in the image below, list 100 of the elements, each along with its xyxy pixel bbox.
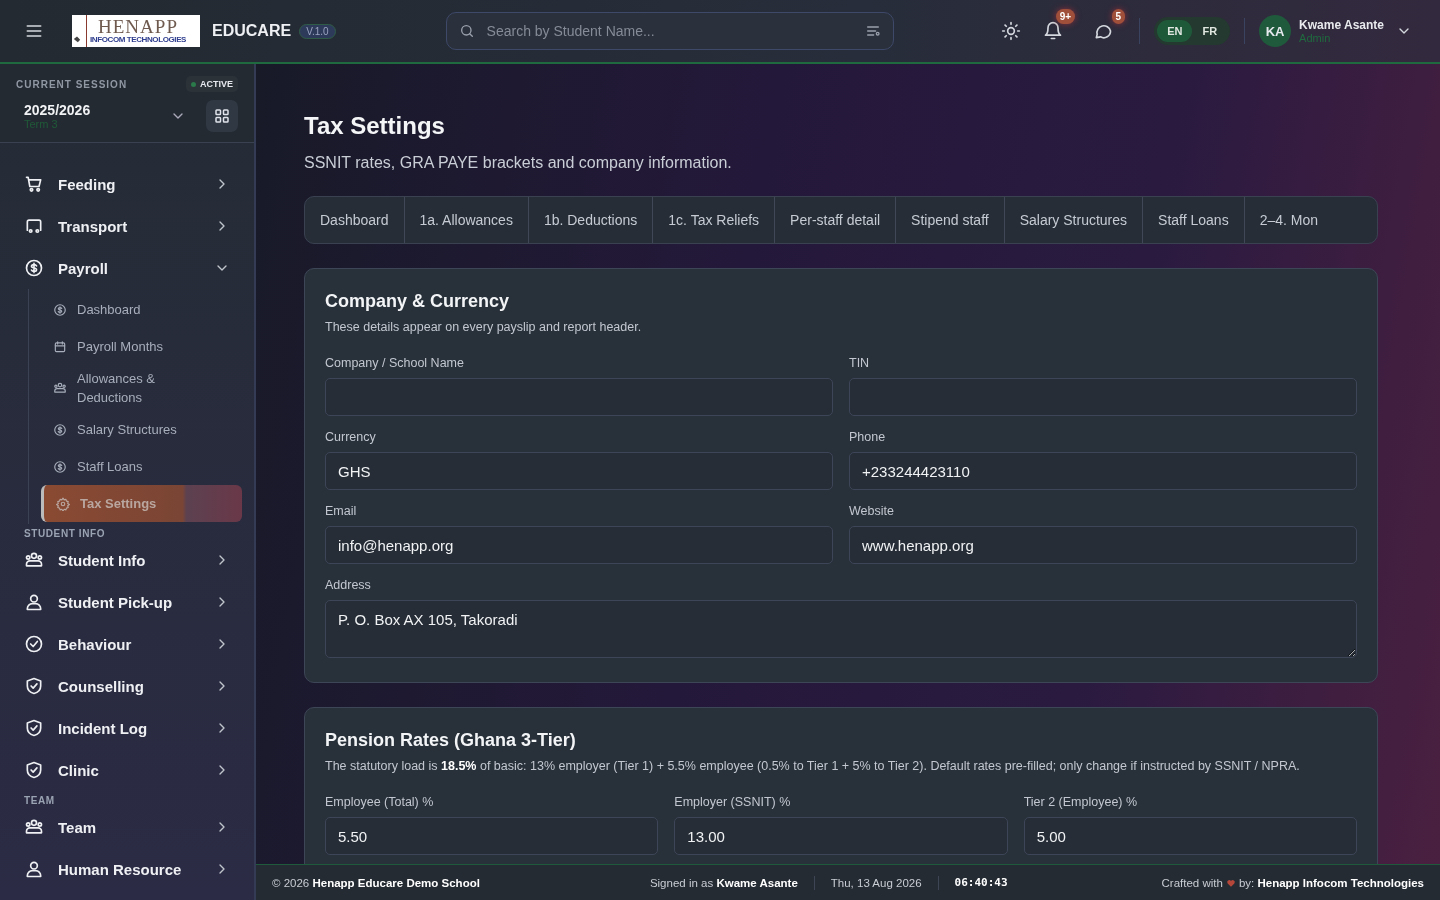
group-icon <box>24 817 44 837</box>
search-icon <box>458 23 475 39</box>
bell-icon <box>1043 21 1064 41</box>
apps-button[interactable] <box>206 100 238 132</box>
field-label: Tier 2 (Employee) % <box>1023 795 1139 809</box>
shield-check-icon <box>24 760 44 780</box>
cart-icon <box>24 174 44 194</box>
sidebar-item[interactable]: Team <box>0 806 254 848</box>
sidebar-item[interactable]: Feeding <box>0 163 254 205</box>
input-field[interactable]: +233244423110 <box>849 452 1357 490</box>
card-title: Company & Currency <box>325 291 511 312</box>
message-count: 5 <box>1111 9 1126 24</box>
signed-in-text: Signed in as Kwame Asante <box>649 876 798 889</box>
copyright-text: © 2026 Henapp Educare Demo School <box>272 876 480 889</box>
gear-icon <box>56 496 70 511</box>
date-text: Thu, 13 Aug 2026 <box>830 876 922 889</box>
input-field[interactable] <box>325 378 833 416</box>
sidebar-item[interactable]: Student Info <box>0 539 254 581</box>
tab[interactable]: Per-staff detail <box>775 197 897 243</box>
notification-count: 9+ <box>1055 9 1076 24</box>
search-input[interactable]: Search by Student Name... <box>484 22 855 40</box>
person-icon <box>24 859 44 879</box>
input-field[interactable] <box>849 378 1357 416</box>
heart-icon <box>1225 877 1236 888</box>
dollar-circle-icon <box>53 302 67 317</box>
user-avatar: KA <box>1259 15 1292 47</box>
logo-subtitle: INFOCOM TECHNOLOGIES <box>90 34 186 45</box>
input-field[interactable]: 5.00 <box>1023 817 1357 855</box>
shield-check-icon <box>24 676 44 696</box>
notifications-button[interactable]: 9+ <box>1039 9 1076 45</box>
group-icon <box>53 381 67 395</box>
tab[interactable]: Staff Loans <box>1143 197 1245 243</box>
search-field[interactable]: Search by Student Name... <box>445 12 894 50</box>
sidebar-item[interactable]: Human Resource <box>0 848 254 890</box>
submenu-item[interactable]: Payroll Months <box>41 328 242 365</box>
dollar-circle-icon <box>24 258 44 278</box>
app-name: EDUCARE <box>212 22 292 40</box>
tab[interactable]: Salary Structures <box>1004 197 1144 243</box>
sidebar-item[interactable]: Student Pick-up <box>0 581 254 623</box>
check-circle-icon <box>24 634 44 654</box>
submenu-item[interactable]: Salary Structures <box>41 411 242 448</box>
status-badge: ACTIVE <box>186 76 238 92</box>
clock-text: 06:40:43 <box>954 876 1008 889</box>
tab[interactable]: 1a. Allowances <box>404 197 529 243</box>
field-label: Currency <box>325 430 377 444</box>
person-icon <box>24 592 44 612</box>
field-label: Phone <box>849 430 887 444</box>
input-field[interactable]: 5.50 <box>325 817 659 855</box>
section-heading: STUDENT INFO <box>23 527 107 539</box>
session-label: CURRENT SESSION <box>16 78 128 90</box>
field-label: TIN <box>849 356 871 370</box>
shield-check-icon <box>24 718 44 738</box>
input-field[interactable]: www.henapp.org <box>849 526 1357 564</box>
sidebar-item[interactable]: Transport <box>0 205 254 247</box>
sidebar-item[interactable]: Payroll <box>0 247 254 289</box>
card-title: Pension Rates (Ghana 3-Tier) <box>325 730 577 751</box>
credit-text: Crafted with <box>1161 876 1223 889</box>
input-field[interactable]: GHS <box>325 452 833 490</box>
dollar-circle-icon <box>53 459 67 474</box>
card-description: These details appear on every payslip and report header. <box>325 320 643 334</box>
tab[interactable]: 1c. Tax Reliefs <box>653 197 776 243</box>
credit-author-text: by: Henapp Infocom Technologies <box>1238 876 1424 889</box>
sidebar-item[interactable]: Incident Log <box>0 707 254 749</box>
card-description: The statutory load is 18.5% of basic: 13% employer (Tier 1) + 5.5% employee (0.5% to Tier 1 + 5% to Tier 2). Default rates pre-filled; only change if instructed by SSNIT / NPRA. <box>325 759 1301 773</box>
text-area[interactable]: P. O. Box AX 105, Takoradi <box>325 600 1357 658</box>
tab[interactable]: 2–4. Mon <box>1244 197 1377 243</box>
field-label: Employer (SSNIT) % <box>674 795 792 809</box>
group-icon <box>24 550 44 570</box>
tab[interactable]: 1b. Deductions <box>528 197 654 243</box>
field-label: Website <box>849 504 895 518</box>
field-label: Email <box>325 504 358 518</box>
submenu-item[interactable]: Staff Loans <box>41 448 242 485</box>
field-label: Employee (Total) % <box>325 795 435 809</box>
logo-title: HENAPP <box>98 17 178 35</box>
section-heading: TEAM <box>23 794 56 806</box>
page-subtitle: SSNIT rates, GRA PAYE brackets and company information. <box>304 154 733 172</box>
field-label: Company / School Name <box>325 356 465 370</box>
calendar-icon <box>53 339 67 354</box>
sidebar-item[interactable]: Clinic <box>0 749 254 791</box>
grid-icon <box>213 107 231 125</box>
user-name: Kwame Asante <box>1299 18 1384 32</box>
sidebar-item[interactable]: Behaviour <box>0 623 254 665</box>
tab[interactable]: Stipend staff <box>896 197 1005 243</box>
bus-icon <box>24 216 44 236</box>
language-option[interactable]: EN <box>1157 20 1193 42</box>
user-role: Admin <box>1299 32 1332 44</box>
tab[interactable]: Dashboard <box>305 197 405 243</box>
language-option[interactable]: FR <box>1192 20 1228 42</box>
dollar-circle-icon <box>53 422 67 437</box>
version-badge: V.1.0 <box>299 23 336 39</box>
sun-icon <box>1001 21 1022 41</box>
sidebar-item[interactable]: Counselling <box>0 665 254 707</box>
submenu-item[interactable]: Dashboard <box>41 291 242 328</box>
field-label: Address <box>325 578 372 592</box>
input-field[interactable]: 13.00 <box>674 817 1008 855</box>
submenu-item[interactable]: Allowances & Deductions <box>41 365 242 411</box>
page-title: Tax Settings <box>304 112 446 140</box>
input-field[interactable]: info@henapp.org <box>325 526 833 564</box>
filter-icon <box>864 23 881 39</box>
messages-button[interactable]: 5 <box>1089 9 1126 45</box>
